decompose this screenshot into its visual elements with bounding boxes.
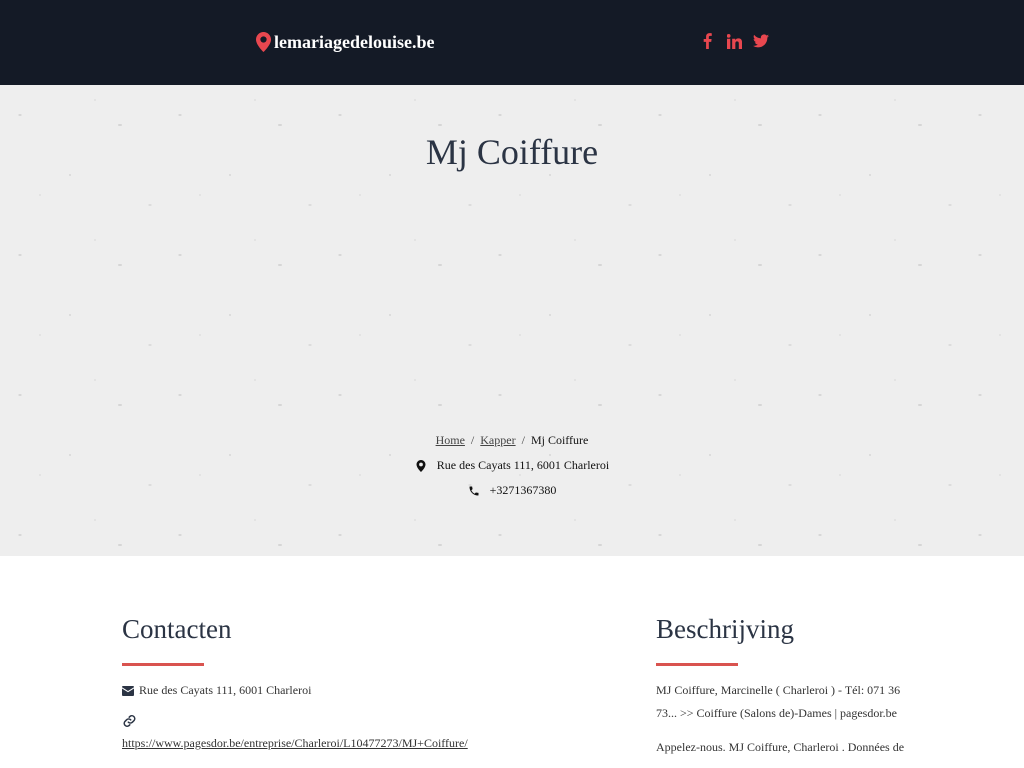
site-brand-link[interactable]: lemariagedelouise.be	[256, 31, 434, 53]
breadcrumb-separator: /	[521, 433, 525, 447]
hero-phone-text[interactable]: +3271367380	[490, 483, 557, 498]
map-marker-icon	[416, 459, 426, 472]
hero-phone: +3271367380	[0, 483, 1024, 498]
contact-address: Rue des Cayats 111, 6001 Charleroi	[122, 683, 542, 698]
contact-section: Contacten Rue des Cayats 111, 6001 Charl…	[122, 612, 542, 751]
map-pin-icon	[256, 32, 271, 52]
site-name: lemariagedelouise.be	[274, 32, 435, 52]
section-divider	[656, 663, 738, 666]
hero-section: Mj Coiffure Home / Kapper / Mj Coiffure …	[0, 85, 1024, 556]
twitter-icon[interactable]	[753, 32, 769, 50]
page-title: Mj Coiffure	[425, 132, 599, 172]
description-paragraph: Appelez-nous. MJ Coiffure, Charleroi . D…	[656, 740, 905, 754]
description-title: Beschrijving	[656, 614, 794, 644]
breadcrumb-home-link[interactable]: Home	[436, 433, 465, 448]
top-navbar: lemariagedelouise.be	[0, 0, 1024, 85]
description-paragraph: MJ Coiffure, Marcinelle ( Charleroi ) - …	[656, 683, 901, 720]
section-divider	[122, 663, 204, 666]
contact-address-text: Rue des Cayats 111, 6001 Charleroi	[139, 683, 312, 697]
link-icon-row	[122, 714, 542, 728]
breadcrumb-category-link[interactable]: Kapper	[480, 433, 515, 448]
website-link[interactable]: https://www.pagesdor.be/entreprise/Charl…	[122, 736, 542, 751]
hero-address-text: Rue des Cayats 111, 6001 Charleroi	[436, 458, 610, 472]
link-icon	[123, 715, 136, 727]
social-links	[699, 32, 769, 50]
contact-title: Contacten	[122, 614, 232, 644]
envelope-icon	[122, 685, 134, 696]
description-section: Beschrijving MJ Coiffure, Marcinelle ( C…	[656, 612, 906, 759]
breadcrumb: Home / Kapper / Mj Coiffure	[0, 433, 1024, 448]
hero-address: Rue des Cayats 111, 6001 Charleroi	[0, 458, 1024, 473]
breadcrumb-current: Mj Coiffure	[530, 433, 589, 447]
linkedin-icon[interactable]	[726, 32, 742, 50]
breadcrumb-separator: /	[470, 433, 475, 447]
phone-icon	[469, 486, 479, 495]
facebook-icon[interactable]	[699, 32, 715, 50]
